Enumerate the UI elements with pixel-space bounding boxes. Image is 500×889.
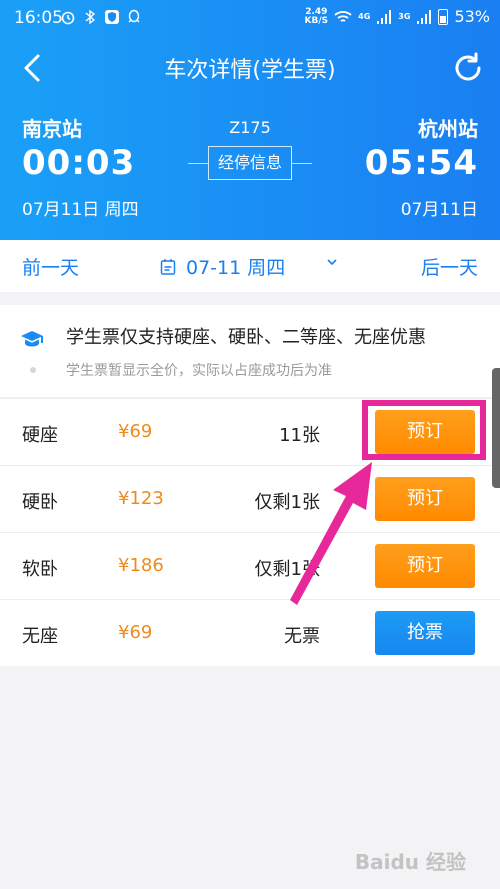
wifi-icon bbox=[334, 10, 352, 22]
notice-main-text: 学生票仅支持硬座、硬卧、二等座、无座优惠 bbox=[66, 327, 426, 348]
highlight-annotation-box bbox=[362, 400, 486, 460]
book-button[interactable]: 预订 bbox=[375, 477, 475, 521]
alarm-icon bbox=[61, 11, 75, 25]
next-day-button[interactable]: 后一天 bbox=[421, 253, 478, 280]
arrival-time: 05:54 bbox=[364, 143, 478, 183]
seat-remaining: 无票 bbox=[284, 626, 320, 647]
seat-remaining: 仅剩1张 bbox=[254, 492, 320, 513]
grab-ticket-button[interactable]: 抢票 bbox=[375, 611, 475, 655]
stops-info-button[interactable]: 经停信息 bbox=[208, 146, 292, 180]
status-bar: 16:05 2.49 KB/S 4G 3G 53% bbox=[0, 0, 500, 34]
date-picker[interactable]: 07-11 周四 bbox=[160, 253, 285, 280]
title-bar: 车次详情(学生票) bbox=[0, 40, 500, 96]
page-title: 车次详情(学生票) bbox=[164, 58, 336, 83]
status-time: 16:05 bbox=[14, 8, 63, 28]
date-bar: 前一天 07-11 周四 后一天 bbox=[0, 240, 500, 292]
seat-price: ¥186 bbox=[118, 555, 164, 576]
signal-1-label: 4G bbox=[358, 12, 371, 21]
qq-icon bbox=[128, 9, 140, 23]
stops-info: 经停信息 bbox=[188, 146, 312, 182]
departure-date: 07月11日 周四 bbox=[22, 200, 139, 220]
seat-remaining: 仅剩1张 bbox=[254, 559, 320, 580]
student-ticket-notice: 学生票仅支持硬座、硬卧、二等座、无座优惠 学生票暂显示全价，实际以占座成功后为准 bbox=[0, 305, 500, 397]
net-speed: 2.49 KB/S bbox=[304, 6, 329, 26]
seat-type: 硬座 bbox=[22, 425, 58, 446]
bullet-dot bbox=[30, 367, 36, 373]
shield-icon bbox=[105, 10, 119, 24]
signal-2-label: 3G bbox=[398, 12, 411, 21]
watermark: Baidu 经验 bbox=[354, 850, 466, 874]
book-button[interactable]: 预订 bbox=[375, 544, 475, 588]
divider bbox=[188, 163, 208, 164]
seat-type: 硬卧 bbox=[22, 492, 58, 513]
calendar-icon bbox=[160, 258, 176, 275]
refresh-icon[interactable] bbox=[450, 50, 486, 86]
seat-price: ¥69 bbox=[118, 421, 153, 442]
battery-icon bbox=[438, 8, 449, 25]
chevron-down-icon[interactable] bbox=[326, 257, 338, 267]
seat-price: ¥69 bbox=[118, 622, 153, 643]
bluetooth-icon bbox=[85, 9, 96, 25]
seat-price: ¥123 bbox=[118, 488, 164, 509]
prev-day-button[interactable]: 前一天 bbox=[22, 253, 79, 280]
seat-type: 无座 bbox=[22, 626, 58, 647]
divider bbox=[292, 163, 312, 164]
header: 16:05 2.49 KB/S 4G 3G 53% 车次详情(学生票) 南京站 Z… bbox=[0, 0, 500, 240]
status-left-icons bbox=[60, 9, 142, 25]
departure-time: 00:03 bbox=[22, 143, 136, 183]
seat-row: 无座 ¥69 无票 抢票 bbox=[0, 599, 500, 666]
scrollbar-handle[interactable] bbox=[492, 368, 500, 488]
notice-sub-text: 学生票暂显示全价，实际以占座成功后为准 bbox=[66, 363, 332, 379]
seat-type: 软卧 bbox=[22, 559, 58, 580]
graduation-cap-icon bbox=[21, 331, 43, 347]
seat-row: 软卧 ¥186 仅剩1张 预订 bbox=[0, 532, 500, 599]
arrival-date: 07月11日 bbox=[400, 200, 478, 220]
battery-level: 53% bbox=[454, 7, 490, 26]
signal-icon bbox=[377, 9, 392, 24]
signal-2-icon bbox=[417, 9, 432, 24]
seat-remaining: 11张 bbox=[279, 425, 320, 446]
current-date: 07-11 周四 bbox=[186, 257, 286, 279]
status-right-icons: 2.49 KB/S 4G 3G 53% bbox=[305, 7, 490, 26]
seat-row: 硬卧 ¥123 仅剩1张 预订 bbox=[0, 465, 500, 532]
to-station: 杭州站 bbox=[418, 117, 478, 141]
